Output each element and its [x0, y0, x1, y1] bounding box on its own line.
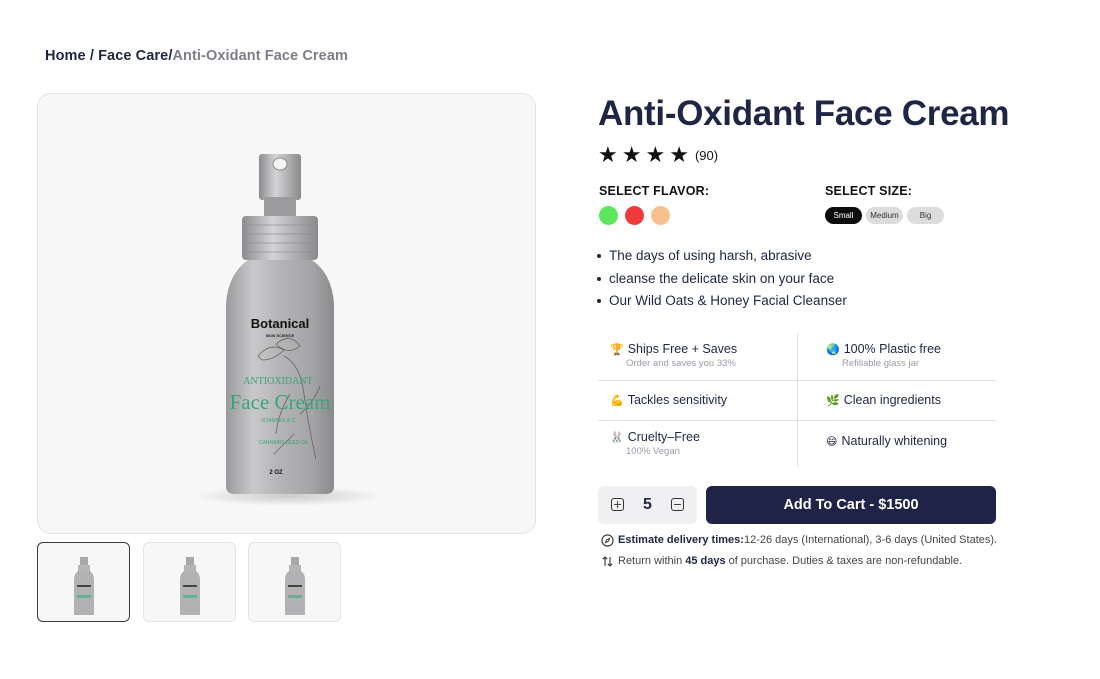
- feature-grid: 🏆 Ships Free + Saves Order and saves you …: [598, 333, 996, 467]
- flexed-bicep-icon: 💪: [610, 393, 624, 407]
- star-icon: ★: [669, 142, 689, 167]
- description-text: The days of using harsh, abrasive: [609, 248, 812, 264]
- feature-sensitivity: 💪 Tackles sensitivity: [610, 393, 795, 407]
- feature-cruelty-free: 🐰 Cruelty–Free 100% Vegan: [610, 430, 795, 457]
- bottle-label-line3: VITAMIN E & C: [261, 418, 296, 424]
- feature-clean-ingredients: 🌿 Clean ingredients: [826, 393, 1011, 407]
- feature-whitening: 😄 Naturally whitening: [826, 434, 1011, 448]
- feature-subtitle: Order and saves you 33%: [626, 358, 736, 369]
- divider: [797, 333, 798, 467]
- feature-title: Naturally whitening: [841, 434, 948, 448]
- smiling-face-icon: 😄: [826, 434, 838, 448]
- product-title: Anti-Oxidant Face Cream: [598, 94, 1010, 133]
- flavor-swatch-green[interactable]: [599, 206, 618, 225]
- return-suffix: of purchase. Duties & taxes are non-refu…: [728, 555, 963, 567]
- product-bottle-image: Botanical SKIN SCIENCE ANTIOXIDANT Face …: [193, 154, 383, 506]
- delivery-text: 12-26 days (International), 3-6 days (Un…: [743, 534, 998, 546]
- description-list: The days of using harsh, abrasive cleans…: [597, 245, 847, 313]
- feature-ships-free: 🏆 Ships Free + Saves Order and saves you …: [610, 342, 795, 369]
- herb-icon: 🌿: [826, 393, 840, 407]
- size-option-big[interactable]: Big: [907, 207, 944, 224]
- flavor-label: SELECT FLAVOR:: [599, 184, 710, 198]
- minus-icon: −: [672, 498, 683, 511]
- thumbnail-bottle-image: [285, 557, 305, 615]
- feature-subtitle: 100% Vegan: [626, 446, 680, 457]
- return-prefix: Return within: [618, 555, 683, 567]
- bottle-label-line4: CANNABIS SEED OIL: [259, 440, 309, 446]
- bottle-label-line1: ANTIOXIDANT: [243, 376, 312, 387]
- trophy-icon: 🏆: [610, 342, 624, 356]
- return-days: 45 days: [685, 555, 726, 567]
- breadcrumb: Home / Face Care/Anti-Oxidant Face Cream: [45, 48, 348, 64]
- divider: [598, 420, 996, 421]
- feature-title: Cruelty–Free: [627, 430, 700, 444]
- bottle-brand: Botanical: [251, 316, 310, 331]
- feature-subtitle: Refillable glass jar: [842, 358, 920, 369]
- size-label: SELECT SIZE:: [825, 184, 913, 198]
- star-icon: ★: [645, 142, 666, 167]
- bottle-label-line2: Face Cream: [230, 390, 331, 414]
- feature-title: 100% Plastic free: [843, 342, 941, 356]
- breadcrumb-separator: /: [85, 48, 99, 64]
- breadcrumb-category-link[interactable]: Face Care: [98, 48, 168, 64]
- star-icon: ★: [598, 142, 618, 167]
- delivery-label: Estimate delivery times:: [618, 534, 744, 546]
- breadcrumb-home-link[interactable]: Home: [45, 48, 86, 64]
- thumbnail-bottle-image: [74, 557, 94, 615]
- product-thumbnail[interactable]: [248, 542, 341, 622]
- bottle-brand-sub: SKIN SCIENCE: [266, 333, 295, 338]
- breadcrumb-current: Anti-Oxidant Face Cream: [172, 48, 348, 64]
- return-info: Return within 45 days of purchase. Dutie…: [600, 554, 962, 568]
- star-icon: ★: [621, 142, 642, 167]
- description-item: cleanse the delicate skin on your face: [597, 268, 847, 291]
- description-item: The days of using harsh, abrasive: [597, 245, 847, 268]
- description-text: cleanse the delicate skin on your face: [609, 270, 835, 286]
- bullet-dot: [597, 276, 601, 281]
- compass-icon: [600, 533, 614, 547]
- feature-title: Clean ingredients: [843, 393, 941, 407]
- rabbit-icon: 🐰: [610, 430, 624, 444]
- product-thumbnail[interactable]: [143, 542, 236, 622]
- description-text: Our Wild Oats & Honey Facial Cleanser: [609, 293, 847, 309]
- product-main-image: Botanical SKIN SCIENCE ANTIOXIDANT Face …: [37, 93, 536, 534]
- size-option-medium[interactable]: Medium: [866, 207, 903, 224]
- feature-title: Tackles sensitivity: [627, 393, 728, 407]
- flavor-swatch-peach[interactable]: [651, 206, 670, 225]
- description-item: Our Wild Oats & Honey Facial Cleanser: [597, 290, 847, 313]
- flavor-swatch-red[interactable]: [625, 206, 644, 225]
- decrease-quantity-button[interactable]: −: [671, 498, 684, 511]
- feature-title: Ships Free + Saves: [627, 342, 738, 356]
- delivery-info: Estimate delivery times: 12-26 days (Int…: [600, 533, 997, 547]
- product-thumbnail[interactable]: [37, 542, 130, 622]
- product-rating: ★ ★ ★ ★ (90): [598, 143, 718, 167]
- feature-plastic-free: 🌏 100% Plastic free Refillable glass jar: [826, 342, 1011, 369]
- review-count[interactable]: (90): [695, 148, 718, 163]
- bullet-dot: [597, 254, 601, 259]
- arrows-up-down-icon: [600, 554, 614, 568]
- thumbnail-bottle-image: [180, 557, 200, 615]
- bullet-dot: [597, 299, 601, 304]
- quantity-stepper: + 5 −: [598, 486, 697, 524]
- add-to-cart-button[interactable]: Add To Cart - $1500: [706, 486, 996, 524]
- size-option-small[interactable]: Small: [825, 207, 862, 224]
- globe-icon: 🌏: [826, 342, 840, 356]
- bottle-volume: 2 OZ: [269, 470, 283, 476]
- divider: [598, 380, 996, 381]
